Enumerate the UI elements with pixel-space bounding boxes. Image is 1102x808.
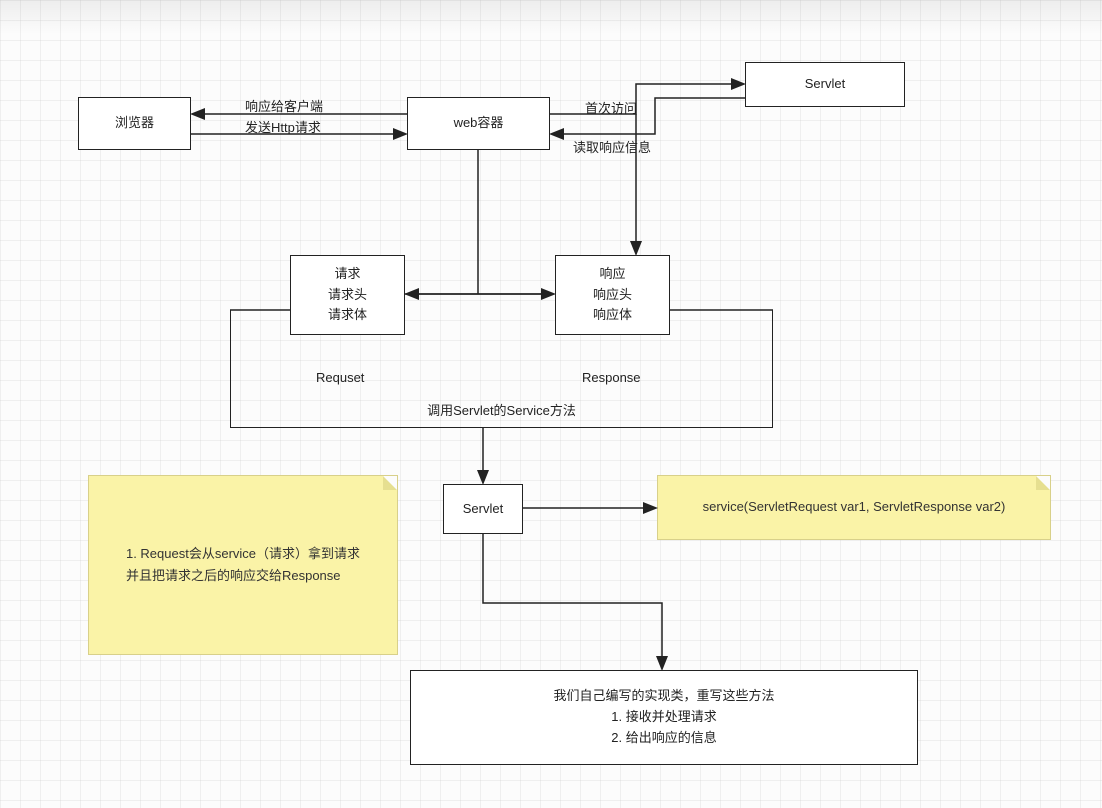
call-service-label: 调用Servlet的Service方法 [427,400,576,419]
label-first-visit: 首次访问 [585,98,637,117]
resp-l1: 响应 [599,264,625,285]
label-resp-to-client: 响应给客户端 [245,96,323,115]
box-impl: 我们自己编写的实现类，重写这些方法 1. 接收并处理请求 2. 给出响应的信息 [410,670,918,765]
resp-l2: 响应头 [593,285,632,306]
box-servlet-top-label: Servlet [805,74,845,95]
req-l2: 请求头 [328,285,367,306]
box-web-container-label: web容器 [454,113,504,134]
resp-l3: 响应体 [593,305,632,326]
box-browser: 浏览器 [78,97,191,150]
box-web-container: web容器 [407,97,550,150]
note-fold-icon [1036,476,1050,490]
label-request: Requset [316,370,364,385]
note1-l2: 并且把请求之后的响应交给Response [126,565,360,587]
box-response: 响应 响应头 响应体 [555,255,670,335]
label-response: Response [582,370,641,385]
note-fold-icon [383,476,397,490]
note1-l1: 1. Request会从service（请求）拿到请求 [126,543,360,565]
box-browser-label: 浏览器 [115,113,154,134]
req-l1: 请求 [334,264,360,285]
note2-text: service(ServletRequest var1, ServletResp… [703,496,1006,518]
box-request: 请求 请求头 请求体 [290,255,405,335]
impl-l1: 我们自己编写的实现类，重写这些方法 [553,686,774,707]
label-read-resp: 读取响应信息 [573,137,651,156]
impl-l2: 1. 接收并处理请求 [611,707,716,728]
box-servlet-mid: Servlet [443,484,523,534]
box-servlet-mid-label: Servlet [463,499,503,520]
diagram-canvas: 浏览器 web容器 Servlet 调用Servlet的Service方法 请求… [0,0,1102,808]
req-l3: 请求体 [328,305,367,326]
impl-l3: 2. 给出响应的信息 [611,728,716,749]
note-service: service(ServletRequest var1, ServletResp… [657,475,1051,540]
box-servlet-top: Servlet [745,62,905,107]
note-request: 1. Request会从service（请求）拿到请求 并且把请求之后的响应交给… [88,475,398,655]
label-send-http: 发送Http请求 [245,117,321,136]
